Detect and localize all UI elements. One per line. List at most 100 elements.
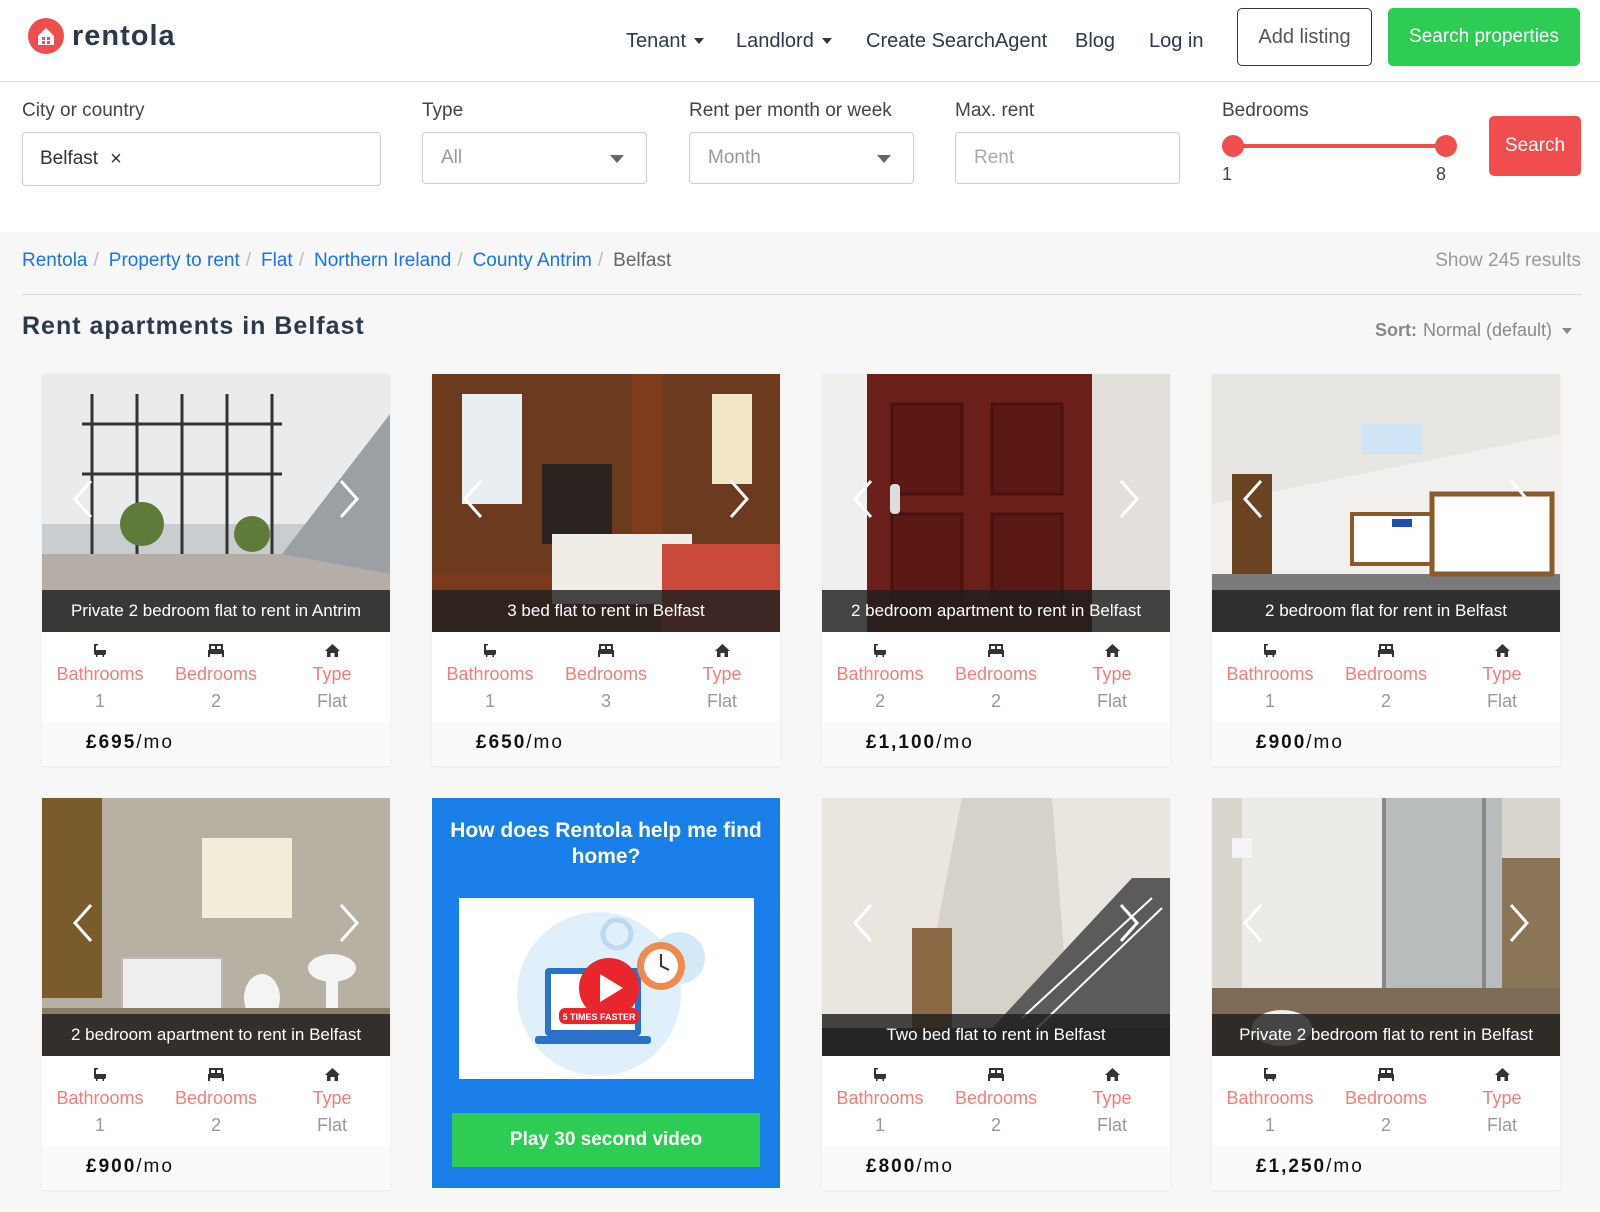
- search-properties-button[interactable]: Search properties: [1388, 8, 1580, 66]
- chevron-left-icon[interactable]: [72, 479, 94, 519]
- bed-icon: [548, 638, 664, 662]
- price-unit: /mo: [916, 1156, 954, 1177]
- listing-price: £695/mo: [86, 732, 174, 754]
- stat-label: Bedrooms: [174, 664, 258, 684]
- bedrooms-max-handle[interactable]: [1435, 135, 1457, 157]
- stat-value: 3: [600, 691, 611, 711]
- listing-title[interactable]: 2 bedroom apartment to rent in Belfast: [822, 590, 1170, 632]
- listing-card[interactable]: 3 bed flat to rent in Belfast Bathrooms …: [432, 374, 780, 766]
- logo[interactable]: rentola: [28, 18, 176, 54]
- breadcrumb-property-to-rent[interactable]: Property to rent: [109, 250, 240, 272]
- play-video-button[interactable]: Play 30 second video: [452, 1113, 760, 1167]
- chevron-right-icon[interactable]: [338, 903, 360, 943]
- listing-photo[interactable]: 3 bed flat to rent in Belfast: [432, 374, 780, 632]
- search-button[interactable]: Search: [1489, 116, 1581, 176]
- price-row: £900/mo: [42, 1146, 390, 1190]
- video-caption-text: 5 TIMES FASTER: [562, 1012, 636, 1022]
- listing-card[interactable]: Private 2 bedroom flat to rent in Antrim…: [42, 374, 390, 766]
- price-row: £1,100/mo: [822, 722, 1170, 766]
- listing-photo[interactable]: Private 2 bedroom flat to rent in Antrim: [42, 374, 390, 632]
- listing-card[interactable]: 2 bedroom flat for rent in Belfast Bathr…: [1212, 374, 1560, 766]
- nav-tenant[interactable]: Tenant: [626, 0, 705, 82]
- home-icon: [1444, 638, 1560, 662]
- listing-card[interactable]: 2 bedroom apartment to rent in Belfast B…: [822, 374, 1170, 766]
- listing-stats: Bathrooms 2 Bedrooms 2 Type Flat: [822, 636, 1170, 724]
- listing-photo[interactable]: 2 bedroom flat for rent in Belfast: [1212, 374, 1560, 632]
- stat-bedrooms: Bedrooms 3: [548, 636, 664, 724]
- city-input[interactable]: Belfast ×: [22, 132, 381, 186]
- breadcrumb-county-antrim[interactable]: County Antrim: [473, 250, 592, 272]
- chevron-left-icon[interactable]: [852, 479, 874, 519]
- logo-text: rentola: [72, 19, 176, 52]
- clear-city-icon[interactable]: ×: [110, 148, 122, 171]
- listing-card[interactable]: 2 bedroom apartment to rent in Belfast B…: [42, 798, 390, 1190]
- listing-photo[interactable]: Private 2 bedroom flat to rent in Belfas…: [1212, 798, 1560, 1056]
- type-select[interactable]: All: [422, 132, 647, 184]
- nav-landlord[interactable]: Landlord: [736, 0, 832, 82]
- listing-card[interactable]: Private 2 bedroom flat to rent in Belfas…: [1212, 798, 1560, 1190]
- chevron-right-icon[interactable]: [338, 479, 360, 519]
- period-select[interactable]: Month: [689, 132, 914, 184]
- nav-landlord-label: Landlord: [736, 29, 814, 52]
- breadcrumb-rentola[interactable]: Rentola: [22, 250, 88, 272]
- promo-video-card[interactable]: How does Rentola help me find home? 5 TI…: [432, 798, 780, 1188]
- price-unit: /mo: [936, 732, 974, 753]
- listing-photo[interactable]: 2 bedroom apartment to rent in Belfast: [42, 798, 390, 1056]
- stat-bedrooms: Bedrooms 2: [1328, 636, 1444, 724]
- chevron-right-icon[interactable]: [1118, 479, 1140, 519]
- chevron-left-icon[interactable]: [72, 903, 94, 943]
- listing-title[interactable]: 2 bedroom flat for rent in Belfast: [1212, 590, 1560, 632]
- listing-title[interactable]: 3 bed flat to rent in Belfast: [432, 590, 780, 632]
- breadcrumb-flat[interactable]: Flat: [261, 250, 293, 272]
- chevron-left-icon[interactable]: [1242, 903, 1264, 943]
- max-rent-input[interactable]: Rent: [955, 132, 1180, 184]
- bedrooms-max-value: 8: [1436, 164, 1447, 184]
- stat-bathrooms: Bathrooms 1: [42, 636, 158, 724]
- nav-create-searchagent[interactable]: Create SearchAgent: [866, 0, 1047, 82]
- listing-price: £900/mo: [1256, 732, 1344, 754]
- price-unit: /mo: [136, 732, 174, 753]
- bedrooms-slider-track[interactable]: [1232, 144, 1446, 148]
- sort-label: Sort:: [1374, 320, 1417, 340]
- stat-type: Type Flat: [1054, 1060, 1170, 1148]
- promo-video-thumbnail[interactable]: 5 TIMES FASTER: [459, 898, 754, 1079]
- stat-type: Type Flat: [1054, 636, 1170, 724]
- listing-title[interactable]: Two bed flat to rent in Belfast: [822, 1014, 1170, 1056]
- price-row: £695/mo: [42, 722, 390, 766]
- bathtub-icon: [42, 1062, 158, 1086]
- stat-bedrooms: Bedrooms 2: [938, 636, 1054, 724]
- results-count-link[interactable]: Show 245 results: [1435, 250, 1581, 272]
- listing-title[interactable]: Private 2 bedroom flat to rent in Belfas…: [1212, 1014, 1560, 1056]
- chevron-right-icon[interactable]: [1508, 479, 1530, 519]
- breadcrumb-separator: /: [597, 250, 604, 271]
- nav-blog[interactable]: Blog: [1075, 0, 1115, 82]
- listing-photo[interactable]: Two bed flat to rent in Belfast: [822, 798, 1170, 1056]
- add-listing-button[interactable]: Add listing: [1237, 8, 1372, 66]
- breadcrumb-northern-ireland[interactable]: Northern Ireland: [314, 250, 451, 272]
- stat-bathrooms: Bathrooms 1: [432, 636, 548, 724]
- chevron-right-icon[interactable]: [1508, 903, 1530, 943]
- chevron-right-icon[interactable]: [1118, 903, 1140, 943]
- breadcrumb: Rentola / Property to rent / Flat / Norther…: [22, 250, 671, 272]
- listing-title[interactable]: 2 bedroom apartment to rent in Belfast: [42, 1014, 390, 1056]
- listing-card[interactable]: Two bed flat to rent in Belfast Bathroom…: [822, 798, 1170, 1190]
- chevron-left-icon[interactable]: [852, 903, 874, 943]
- chevron-right-icon[interactable]: [728, 479, 750, 519]
- price-row: £800/mo: [822, 1146, 1170, 1190]
- chevron-left-icon[interactable]: [462, 479, 484, 519]
- stat-value: 2: [210, 1115, 221, 1135]
- nav-login[interactable]: Log in: [1149, 0, 1204, 82]
- listing-title[interactable]: Private 2 bedroom flat to rent in Antrim: [42, 590, 390, 632]
- listing-stats: Bathrooms 1 Bedrooms 2 Type Flat: [1212, 636, 1560, 724]
- bedrooms-min-handle[interactable]: [1222, 135, 1244, 157]
- price-unit: /mo: [1306, 732, 1344, 753]
- chevron-left-icon[interactable]: [1242, 479, 1264, 519]
- listing-photo[interactable]: 2 bedroom apartment to rent in Belfast: [822, 374, 1170, 632]
- stat-value: 2: [1380, 1115, 1391, 1135]
- listing-price: £650/mo: [476, 732, 564, 754]
- stat-type: Type Flat: [274, 636, 390, 724]
- bed-icon: [938, 1062, 1054, 1086]
- stat-label: Type: [702, 664, 742, 684]
- price-amount: £900: [1256, 732, 1307, 753]
- sort-dropdown[interactable]: Sort: Normal (default): [1375, 320, 1572, 341]
